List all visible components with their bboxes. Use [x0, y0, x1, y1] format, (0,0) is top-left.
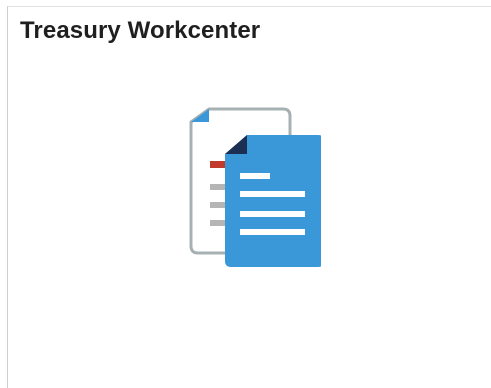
- tile-title: Treasury Workcenter: [20, 17, 261, 44]
- treasury-workcenter-tile[interactable]: Treasury Workcenter: [7, 6, 491, 388]
- documents-icon: [181, 106, 324, 268]
- front-document-icon: [225, 135, 324, 267]
